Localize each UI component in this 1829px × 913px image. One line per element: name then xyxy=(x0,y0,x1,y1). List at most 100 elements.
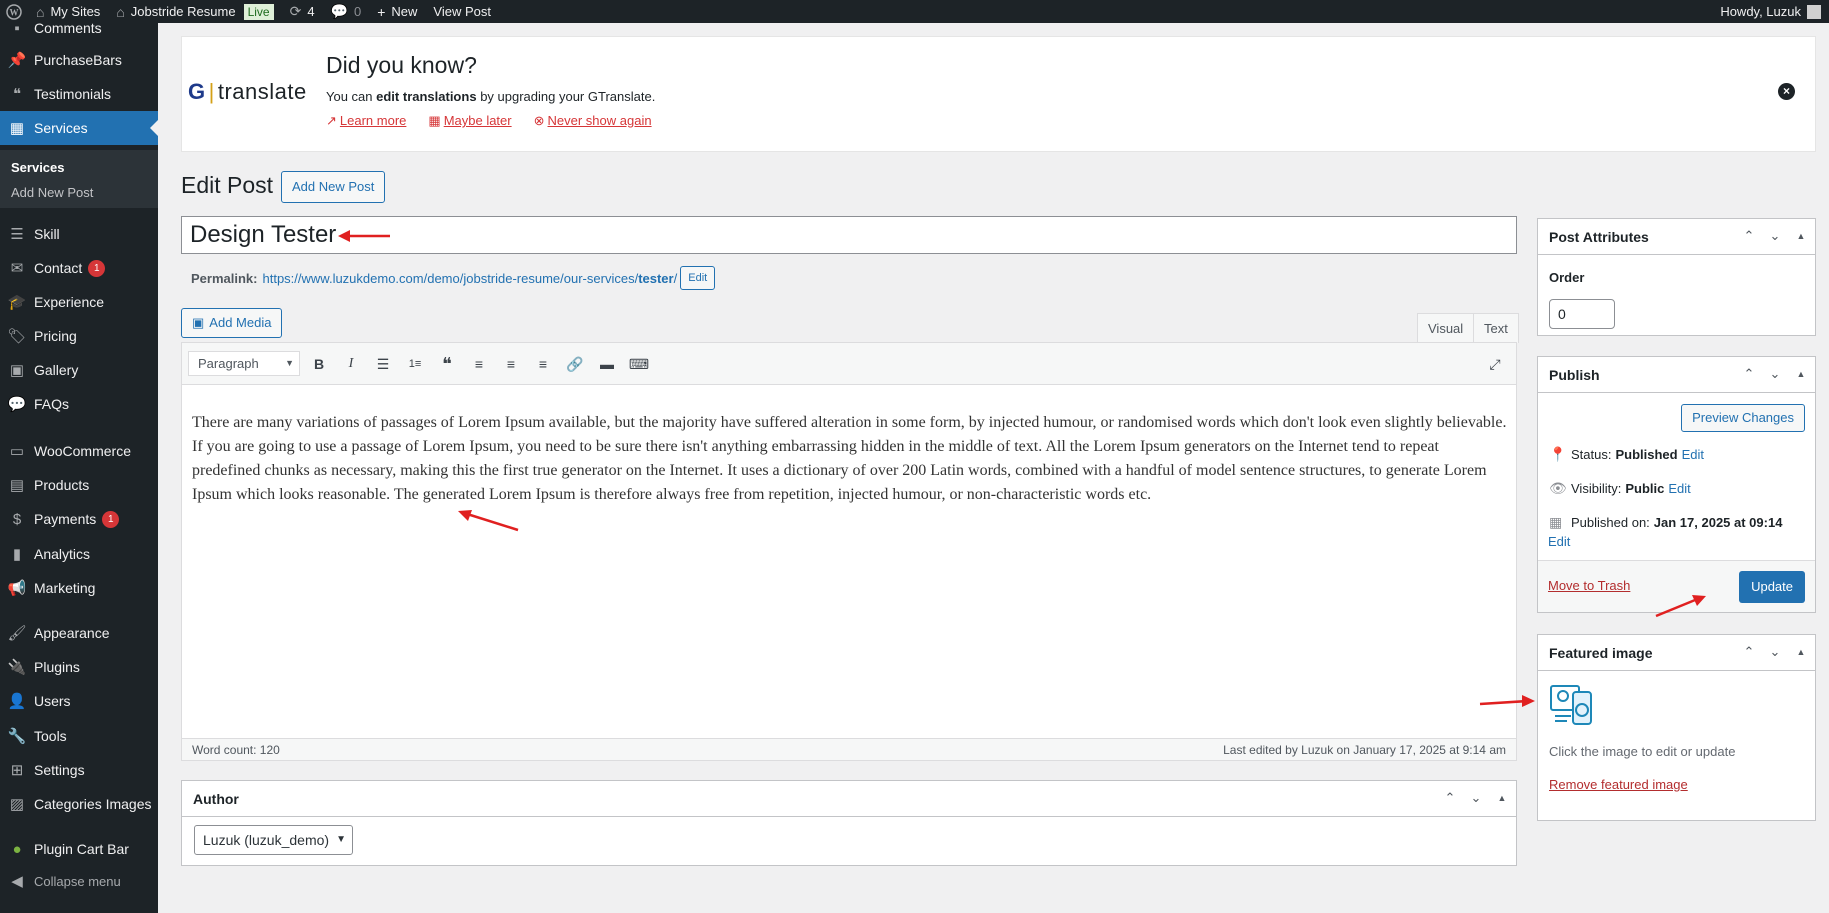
collapse-triangle-icon[interactable]: ▲ xyxy=(1494,790,1510,806)
leaf-icon: ● xyxy=(12,840,22,858)
order-input[interactable]: 0 xyxy=(1549,299,1615,329)
sidebar-item-gallery[interactable]: ▣ Gallery xyxy=(0,353,158,387)
chevron-down-icon[interactable]: ⌄ xyxy=(1767,228,1783,244)
preview-changes-button[interactable]: Preview Changes xyxy=(1681,404,1805,432)
learn-more-link[interactable]: ↗ Learn more xyxy=(326,113,406,129)
move-to-trash-link[interactable]: Move to Trash xyxy=(1548,578,1630,593)
sidebar-item-products[interactable]: ▤ Products xyxy=(0,468,158,502)
permalink-url[interactable]: https://www.luzukdemo.com/demo/jobstride… xyxy=(262,271,677,286)
chevron-up-icon[interactable]: ⌃ xyxy=(1741,366,1757,382)
megaphone-icon: 📢 xyxy=(7,580,27,597)
admin-sidebar: ▪ Comments 📌 PurchaseBars ❝ Testimonials… xyxy=(0,20,158,913)
align-center-icon[interactable]: ≡ xyxy=(500,353,522,375)
sidebar-item-payments[interactable]: $ Payments 1 xyxy=(0,502,158,536)
sidebar-item-services[interactable]: ▦ Services xyxy=(0,111,158,145)
numbered-list-icon[interactable]: 1≡ xyxy=(404,353,426,375)
fullscreen-icon[interactable]: ⤢ xyxy=(1484,353,1506,375)
chevron-up-icon[interactable]: ⌃ xyxy=(1442,790,1458,806)
page-title: Edit Post xyxy=(181,172,274,198)
wrench-icon: 🔧 xyxy=(7,728,27,745)
align-left-icon[interactable]: ≡ xyxy=(468,353,490,375)
visibility-row: 👁 Visibility: Public Edit xyxy=(1549,480,1691,496)
sidebar-item-comments[interactable]: ▪ Comments xyxy=(0,11,158,45)
format-select[interactable]: Paragraph ▼ xyxy=(188,351,300,376)
annotation-arrow-featured-image xyxy=(1479,695,1535,707)
chevron-up-icon[interactable]: ⌃ xyxy=(1741,644,1757,660)
align-right-icon[interactable]: ≡ xyxy=(532,353,554,375)
chevron-down-icon[interactable]: ⌄ xyxy=(1767,644,1783,660)
submenu-add-new-post[interactable]: Add New Post xyxy=(11,185,93,200)
sidebar-item-purchasebars[interactable]: 📌 PurchaseBars xyxy=(0,43,158,77)
notice-heading: Did you know? xyxy=(326,52,477,78)
sidebar-item-contact[interactable]: ✉ Contact 1 xyxy=(0,251,158,285)
comments-icon: ▪ xyxy=(14,19,20,37)
link-icon[interactable]: 🔗 xyxy=(564,353,586,375)
comments-count: 0 xyxy=(353,4,362,19)
sidebar-item-label: Products xyxy=(34,477,90,493)
toolbar-toggle-icon[interactable]: ⌨ xyxy=(628,353,650,375)
collapse-menu-label: Collapse menu xyxy=(34,873,121,889)
edit-date-link[interactable]: Edit xyxy=(1548,534,1570,549)
updates-menu[interactable]: ⟳ 4 xyxy=(282,0,323,23)
sidebar-item-tools[interactable]: 🔧 Tools xyxy=(0,719,158,753)
maybe-later-link[interactable]: ▦ Maybe later xyxy=(428,113,511,129)
sidebar-item-woocommerce[interactable]: ▭ WooCommerce xyxy=(0,434,158,468)
featured-image-thumbnail[interactable] xyxy=(1549,682,1595,728)
read-more-icon[interactable]: ▬ xyxy=(596,353,618,375)
collapse-menu-button[interactable]: ◀ Collapse menu xyxy=(0,864,158,898)
sidebar-item-categories-images[interactable]: ▨ Categories Images xyxy=(0,787,158,821)
collapse-triangle-icon[interactable]: ▲ xyxy=(1793,366,1809,382)
updates-count: 4 xyxy=(307,4,315,19)
sidebar-item-experience[interactable]: 🎓 Experience xyxy=(0,285,158,319)
update-button[interactable]: Update xyxy=(1739,571,1805,603)
bullet-list-icon[interactable]: ☰ xyxy=(372,353,394,375)
bar-chart-icon: ▮ xyxy=(12,546,22,563)
blockquote-icon[interactable]: ❝ xyxy=(436,353,458,375)
sidebar-item-settings[interactable]: ⊞ Settings xyxy=(0,753,158,787)
chevron-up-icon[interactable]: ⌃ xyxy=(1741,228,1757,244)
remove-featured-image-link[interactable]: Remove featured image xyxy=(1549,777,1688,792)
sidebar-item-faqs[interactable]: 💬 FAQs xyxy=(0,387,158,421)
never-show-link[interactable]: ⊗ Never show again xyxy=(534,113,652,129)
sidebar-item-skill[interactable]: ☰ Skill xyxy=(0,217,158,251)
sidebar-item-marketing[interactable]: 📢 Marketing xyxy=(0,571,158,605)
chevron-down-icon[interactable]: ⌄ xyxy=(1468,790,1484,806)
sidebar-item-appearance[interactable]: 🖌 Appearance xyxy=(0,616,158,650)
envelope-icon: ✉ xyxy=(10,260,24,277)
sidebar-item-testimonials[interactable]: ❝ Testimonials xyxy=(0,77,158,111)
bold-icon[interactable]: B xyxy=(308,353,330,375)
sidebar-item-label: Plugin Cart Bar xyxy=(34,841,129,857)
collapse-triangle-icon[interactable]: ▲ xyxy=(1793,644,1809,660)
collapse-triangle-icon[interactable]: ▲ xyxy=(1793,228,1809,244)
tab-text[interactable]: Text xyxy=(1473,313,1519,343)
add-media-button[interactable]: ▣ Add Media xyxy=(181,308,283,338)
account-menu[interactable]: Howdy, Luzuk xyxy=(1712,0,1829,23)
sidebar-item-plugin-cart-bar[interactable]: ● Plugin Cart Bar xyxy=(0,832,158,866)
submenu-services[interactable]: Services xyxy=(11,160,65,175)
view-post-link[interactable]: View Post xyxy=(425,0,499,23)
comments-menu[interactable]: 💬 0 xyxy=(323,0,370,23)
post-attributes-controls: ⌃ ⌄ ▲ xyxy=(1741,228,1809,244)
add-new-post-button[interactable]: Add New Post xyxy=(281,171,386,203)
tab-visual[interactable]: Visual xyxy=(1417,313,1475,343)
sidebar-item-label: Skill xyxy=(34,226,60,242)
chevron-down-icon[interactable]: ⌄ xyxy=(1767,366,1783,382)
author-box-title: Author xyxy=(193,791,239,807)
publish-controls: ⌃ ⌄ ▲ xyxy=(1741,366,1809,382)
editor-content[interactable]: There are many variations of passages of… xyxy=(192,411,1508,507)
notice-close-icon[interactable]: × xyxy=(1778,83,1795,100)
sidebar-item-pricing[interactable]: 🏷 Pricing xyxy=(0,319,158,353)
sidebar-item-analytics[interactable]: ▮ Analytics xyxy=(0,537,158,571)
sidebar-item-plugins[interactable]: 🔌 Plugins xyxy=(0,650,158,684)
comments-icon: ❝ xyxy=(12,86,22,103)
sidebar-item-users[interactable]: 👤 Users xyxy=(0,684,158,718)
publish-header: Publish ⌃ ⌄ ▲ xyxy=(1538,357,1815,393)
italic-icon[interactable]: I xyxy=(340,353,362,375)
edit-slug-button[interactable]: Edit xyxy=(680,266,716,290)
edit-status-link[interactable]: Edit xyxy=(1682,447,1704,462)
author-select[interactable]: Luzuk (luzuk_demo) ▼ xyxy=(194,825,353,855)
edit-visibility-link[interactable]: Edit xyxy=(1668,481,1690,496)
new-content-menu[interactable]: + New xyxy=(369,0,425,23)
permalink: Permalink: https://www.luzukdemo.com/dem… xyxy=(191,266,716,290)
chevron-down-icon: ▼ xyxy=(336,834,346,845)
